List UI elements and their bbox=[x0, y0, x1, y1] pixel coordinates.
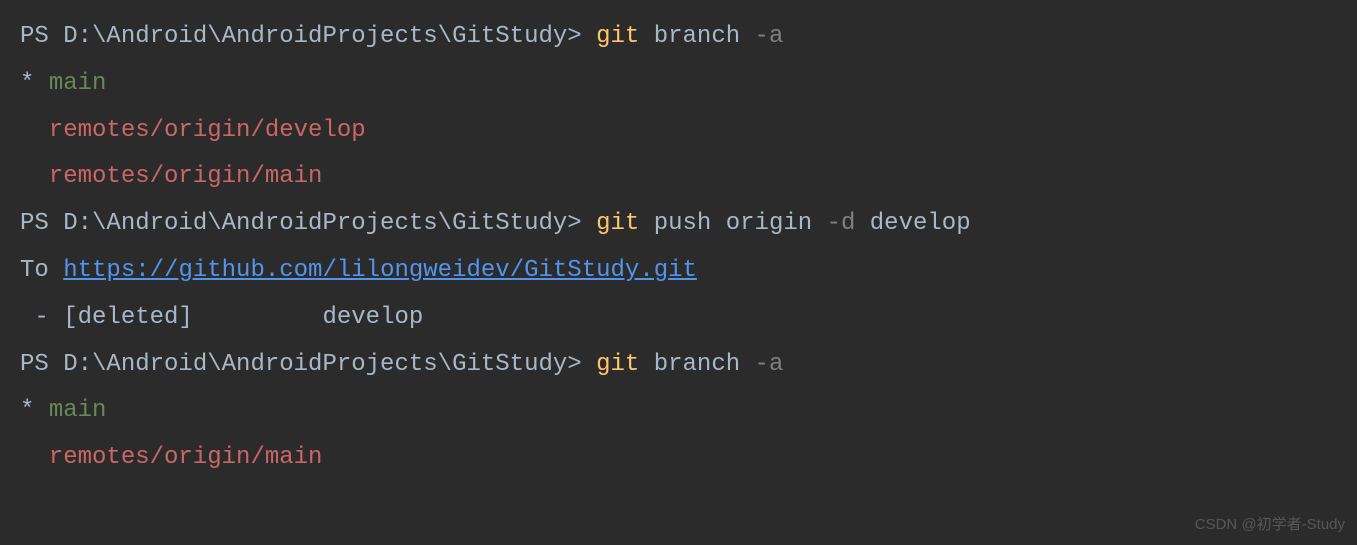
git-subcommand: branch bbox=[654, 23, 740, 50]
current-branch-marker: * bbox=[20, 397, 34, 424]
push-to-label: To bbox=[20, 257, 63, 284]
git-arg: develop bbox=[870, 210, 971, 237]
terminal-line-5: PS D:\Android\AndroidProjects\GitStudy> … bbox=[20, 201, 1343, 248]
terminal-line-9: * main bbox=[20, 388, 1343, 435]
terminal-line-7: - [deleted] develop bbox=[20, 295, 1343, 342]
git-command: git bbox=[596, 351, 639, 378]
terminal-line-8: PS D:\Android\AndroidProjects\GitStudy> … bbox=[20, 342, 1343, 389]
ps-prompt: PS D:\Android\AndroidProjects\GitStudy> bbox=[20, 210, 596, 237]
remote-branch: remotes/origin/main bbox=[49, 444, 323, 471]
current-branch: main bbox=[49, 70, 107, 97]
remote-branch: remotes/origin/main bbox=[49, 163, 323, 190]
terminal-line-10: remotes/origin/main bbox=[20, 435, 1343, 482]
terminal-line-1: PS D:\Android\AndroidProjects\GitStudy> … bbox=[20, 14, 1343, 61]
git-flag: -a bbox=[755, 23, 784, 50]
ps-prompt: PS D:\Android\AndroidProjects\GitStudy> bbox=[20, 351, 596, 378]
git-flag: -d bbox=[827, 210, 856, 237]
terminal-line-2: * main bbox=[20, 61, 1343, 108]
current-branch: main bbox=[49, 397, 107, 424]
git-flag: -a bbox=[755, 351, 784, 378]
git-subcommand: branch bbox=[654, 351, 740, 378]
current-branch-marker: * bbox=[20, 70, 34, 97]
git-subcommand: push origin bbox=[654, 210, 812, 237]
terminal-line-3: remotes/origin/develop bbox=[20, 108, 1343, 155]
terminal-line-4: remotes/origin/main bbox=[20, 154, 1343, 201]
terminal-line-6: To https://github.com/lilongweidev/GitSt… bbox=[20, 248, 1343, 295]
deleted-branch: develop bbox=[322, 304, 423, 331]
deleted-prefix: - [deleted] bbox=[20, 304, 322, 331]
remote-branch: remotes/origin/develop bbox=[49, 117, 366, 144]
watermark: CSDN @初学者-Study bbox=[1195, 510, 1345, 539]
ps-prompt: PS D:\Android\AndroidProjects\GitStudy> bbox=[20, 23, 596, 50]
repo-url-link[interactable]: https://github.com/lilongweidev/GitStudy… bbox=[63, 257, 697, 284]
git-command: git bbox=[596, 23, 639, 50]
git-command: git bbox=[596, 210, 639, 237]
